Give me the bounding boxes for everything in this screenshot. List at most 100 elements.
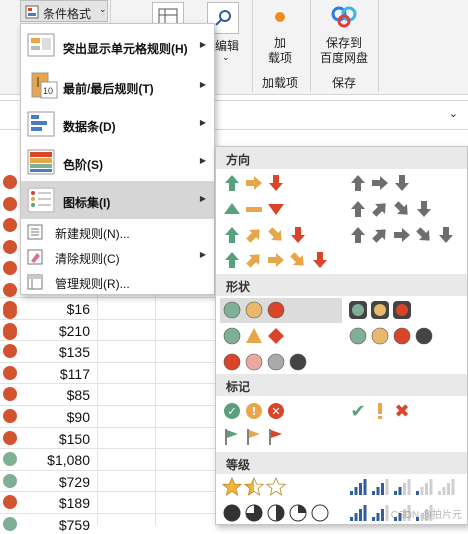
svg-text:✕: ✕ [271, 405, 280, 418]
icon-set-5-ratings[interactable] [348, 477, 458, 497]
svg-text:10: 10 [43, 86, 53, 96]
cell-value[interactable]: $729 [22, 473, 90, 491]
signal-bars-icon [416, 479, 433, 495]
svg-text:✔: ✔ [350, 401, 365, 421]
quarter-pie-icon [289, 504, 307, 522]
menu-item-top-bottom-rules[interactable]: 10 最前/最后规则(T) ▶ [21, 67, 214, 105]
menu-item-clear-rules[interactable]: 清除规则(C) ▶ [21, 245, 214, 270]
quarter-pie-icon [245, 504, 263, 522]
cell-value[interactable]: $90 [22, 408, 90, 426]
icon-set-3-stars[interactable] [222, 477, 288, 497]
arrow-dr-icon [394, 201, 408, 215]
cell-value[interactable]: $135 [22, 343, 90, 361]
chevron-down-icon: ⌄ [99, 4, 107, 14]
icon-set-3-arrows[interactable] [222, 173, 288, 193]
icon-set-4-traffic-lights[interactable] [348, 326, 436, 346]
menu-item-manage-rules[interactable]: 管理规则(R)... [21, 270, 214, 295]
cell-value[interactable]: $759 [22, 516, 90, 534]
icon-set-red-to-black[interactable] [222, 352, 310, 372]
icon-set-5-quarters[interactable] [222, 503, 332, 523]
menu-item-label: 最前/最后规则(T) [63, 82, 154, 96]
chevron-right-icon: ▶ [199, 118, 206, 127]
cell-value[interactable]: $150 [22, 430, 90, 448]
save-baidu-button[interactable]: 保存到 百度网盘 [318, 6, 370, 68]
icon-set-5-arrows-gray[interactable] [348, 225, 458, 245]
flag-icon [269, 429, 282, 445]
status-dot [3, 239, 17, 254]
menu-item-label: 数据条(D) [63, 120, 116, 134]
menu-item-new-rule[interactable]: 新建规则(N)... [21, 220, 214, 245]
star-icon [266, 477, 286, 496]
section-header-indicators: 标记 [216, 374, 467, 396]
conditional-format-label: 条件格式 [43, 7, 92, 21]
status-dot [3, 409, 17, 423]
svg-text:✓: ✓ [227, 405, 236, 418]
status-dot [3, 495, 17, 510]
circle-icon [223, 327, 241, 345]
circle-icon [393, 327, 411, 345]
conditional-format-button[interactable]: 条件格式 ⌄ [20, 0, 108, 22]
cross-icon: ✖ [394, 401, 409, 421]
arrow-up-icon [351, 201, 365, 217]
section-header-shapes: 形状 [216, 274, 467, 296]
status-dot [3, 218, 17, 233]
status-dot [3, 261, 17, 276]
arrow-down-icon [395, 175, 409, 191]
cell-value[interactable]: $117 [22, 365, 90, 383]
icon-set-3-symbols-circled[interactable]: ✓! ✕ [222, 401, 288, 421]
arrow-down-icon [291, 227, 305, 243]
icon-set-3-traffic-lights-rimmed[interactable] [348, 300, 414, 320]
signal-bars-icon [394, 479, 411, 495]
exclamation-icon [378, 403, 382, 419]
icon-set-5-arrows[interactable] [222, 250, 332, 270]
half-star-icon [244, 477, 264, 496]
traffic-light-icon [349, 301, 367, 319]
cell-value[interactable]: $85 [22, 386, 90, 404]
status-dot [3, 387, 17, 402]
baidu-cloud-icon [331, 6, 357, 28]
conditional-format-icon [25, 5, 39, 19]
addins-button[interactable]: 加 载项 [262, 8, 298, 68]
icon-set-4-arrows[interactable] [222, 225, 310, 245]
icon-set-3-symbols[interactable]: ✔ ✖ [348, 401, 414, 421]
icon-set-3-traffic-lights[interactable] [222, 300, 288, 320]
arrow-ur-icon [372, 229, 386, 243]
arrow-down-icon [313, 252, 327, 268]
symbol-icon: ✓ [224, 403, 240, 419]
manage-rules-icon [27, 274, 43, 290]
arrow-down-icon [439, 227, 453, 243]
circle-icon [245, 353, 263, 371]
menu-item-label: 突出显示单元格规则(H) [63, 42, 188, 56]
icon-set-3-triangles[interactable] [222, 199, 288, 219]
check-icon: ✔ [350, 401, 365, 421]
cell-value[interactable]: $210 [22, 322, 90, 340]
arrow-up-icon [351, 227, 365, 243]
diamond-icon [268, 328, 284, 344]
arrow-right-icon [246, 176, 262, 190]
quarter-pie-icon [267, 504, 285, 522]
cell-value[interactable]: $189 [22, 494, 90, 512]
save-baidu-label: 保存到 百度网盘 [319, 36, 368, 65]
arrow-right-icon [394, 228, 410, 242]
status-dot [3, 301, 17, 315]
section-header-ratings: 等级 [216, 452, 467, 474]
icon-set-3-signs[interactable] [222, 326, 288, 346]
addins-group-label: 加载项 [262, 76, 299, 90]
menu-item-highlight-rules[interactable]: 突出显示单元格规则(H) ▶ [21, 24, 214, 67]
menu-item-icon-sets[interactable]: 图标集(I) ▶ [21, 181, 214, 219]
menu-item-data-bars[interactable]: 数据条(D) ▶ [21, 105, 214, 143]
arrow-down-icon [417, 201, 431, 217]
cell-value[interactable]: $16 [22, 300, 90, 318]
chevron-down-icon[interactable]: ⌄ [449, 107, 458, 120]
watermark: CSDN @拍片元 [390, 510, 462, 521]
circle-icon [371, 327, 389, 345]
menu-item-color-scales[interactable]: 色阶(S) ▶ [21, 143, 214, 181]
icon-set-3-flags[interactable] [222, 427, 288, 447]
color-scales-icon [27, 149, 55, 175]
icon-set-3-arrows-gray[interactable] [348, 173, 414, 193]
status-dot [3, 452, 17, 467]
cell-value[interactable]: $1,080 [22, 451, 90, 469]
section-header-directional: 方向 [216, 147, 467, 169]
icon-set-4-arrows-gray[interactable] [348, 199, 436, 219]
arrow-down-icon [269, 175, 283, 191]
